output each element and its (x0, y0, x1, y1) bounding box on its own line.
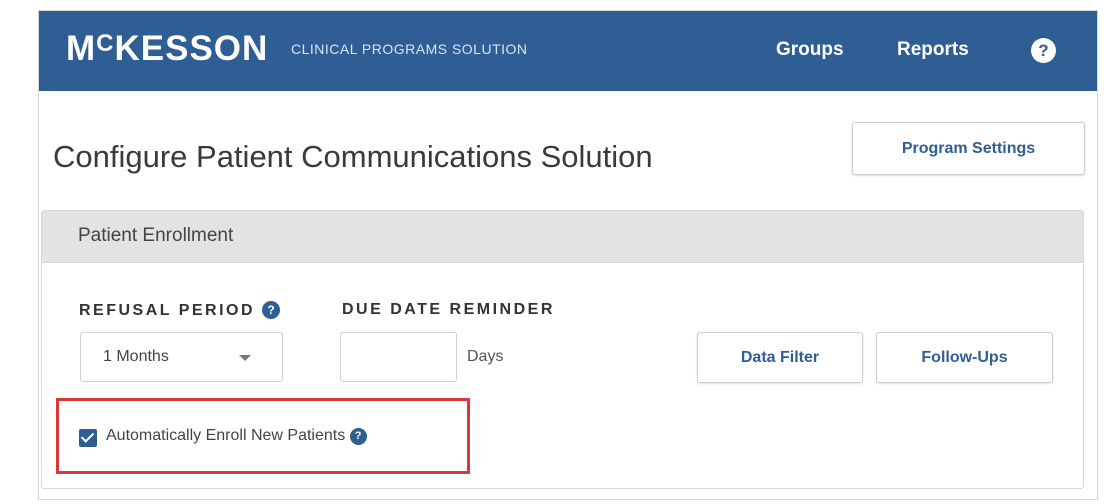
refusal-period-select[interactable]: 1 Months (80, 332, 283, 382)
auto-enroll-label: Automatically Enroll New Patients ? (106, 427, 367, 445)
auto-enroll-checkbox[interactable] (79, 429, 97, 447)
refusal-info-icon[interactable]: ? (262, 301, 281, 319)
app-window: MCKESSON CLINICAL PROGRAMS SOLUTION Grou… (38, 10, 1098, 500)
chevron-down-icon (239, 355, 251, 361)
data-filter-button[interactable]: Data Filter (697, 332, 863, 383)
refusal-period-text: REFUSAL PERIOD (79, 302, 256, 319)
panel-title: Patient Enrollment (78, 225, 234, 246)
auto-enroll-info-icon[interactable]: ? (349, 428, 367, 445)
refusal-period-value: 1 Months (103, 348, 169, 365)
due-date-days-input[interactable] (340, 332, 457, 382)
help-icon[interactable]: ? (1031, 38, 1056, 63)
nav-groups-link[interactable]: Groups (776, 39, 844, 61)
program-settings-button[interactable]: Program Settings (852, 122, 1085, 175)
brand-subtitle: CLINICAL PROGRAMS SOLUTION (291, 41, 528, 57)
nav-reports-link[interactable]: Reports (897, 39, 969, 61)
panel-header: Patient Enrollment (42, 211, 1083, 263)
patient-enrollment-panel: Patient Enrollment REFUSAL PERIOD ? DUE … (41, 210, 1084, 489)
page-title: Configure Patient Communications Solutio… (53, 139, 653, 174)
follow-ups-button[interactable]: Follow-Ups (876, 332, 1053, 383)
brand-logo: MCKESSON (66, 29, 269, 68)
days-unit-label: Days (467, 348, 504, 365)
due-date-reminder-label: DUE DATE REMINDER (342, 301, 555, 318)
top-navbar: MCKESSON CLINICAL PROGRAMS SOLUTION Grou… (39, 11, 1097, 91)
auto-enroll-text: Automatically Enroll New Patients (106, 427, 346, 444)
refusal-period-label: REFUSAL PERIOD ? (79, 301, 281, 320)
